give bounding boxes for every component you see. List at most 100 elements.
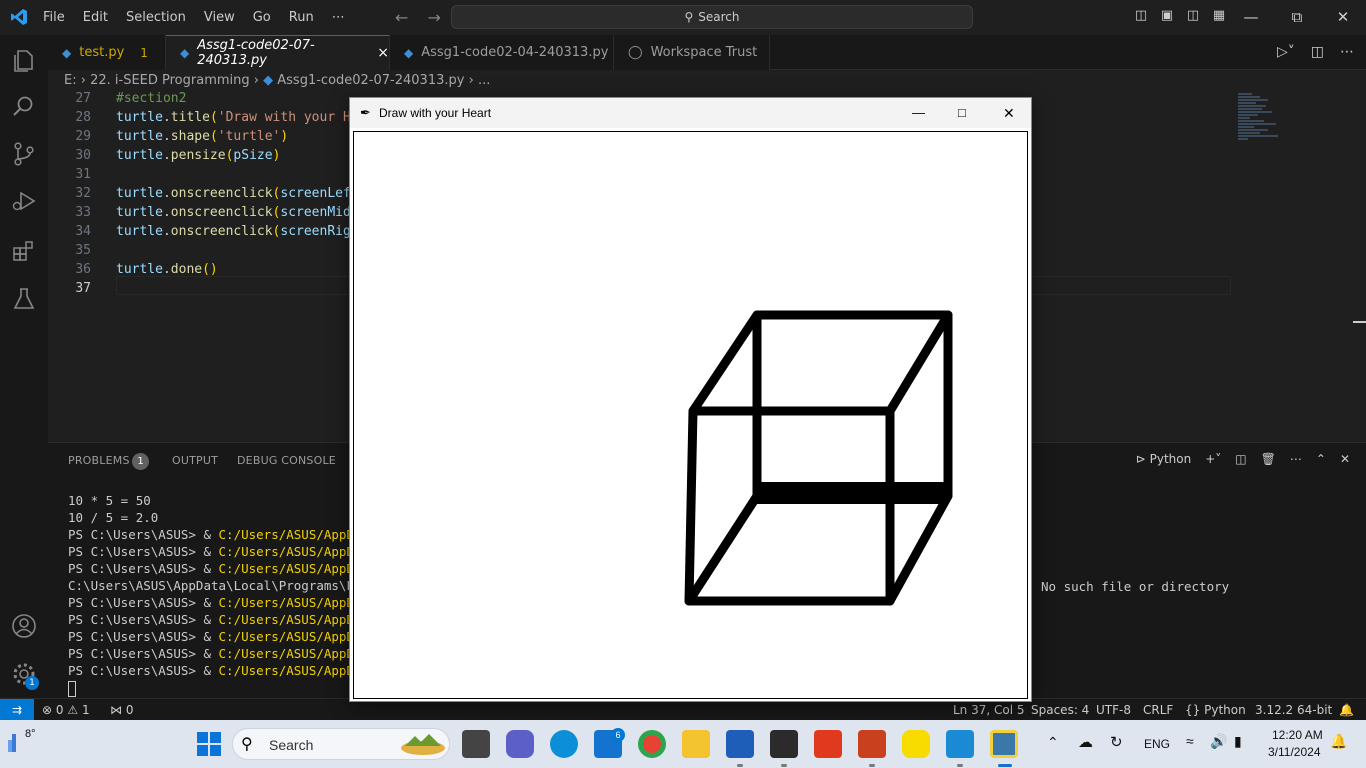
maximize-panel-icon[interactable]: ⌃ <box>1316 452 1326 466</box>
chevron-up-icon[interactable]: ⌃ <box>1047 734 1059 751</box>
minimize-icon[interactable]: — <box>912 98 925 128</box>
search-highlight-illustration <box>401 734 445 755</box>
remote-indicator-icon[interactable]: ⇉ <box>0 699 34 721</box>
menu-edit[interactable]: Edit <box>74 0 117 35</box>
volume-icon[interactable]: 🔊 <box>1210 733 1227 750</box>
vscode-taskbar-icon[interactable] <box>946 730 974 758</box>
wifi-icon[interactable]: ≈ <box>1186 733 1194 749</box>
tab-assg1-code02-07[interactable]: ◆ Assg1-code02-07-240313.py × <box>166 35 390 70</box>
problems-count-badge: 1 <box>132 453 149 470</box>
terminal-line: PS C:\Users\ASUS> & C:/Users/ASUS/AppDat <box>68 645 369 662</box>
ports-status[interactable]: ⋈ 0 <box>110 699 133 721</box>
close-icon[interactable]: ✕ <box>1320 0 1366 35</box>
tab-assg1-code02-04[interactable]: ◆ Assg1-code02-04-240313.py <box>390 35 614 70</box>
code-token: #section2 <box>116 92 187 106</box>
cube-back-face <box>752 310 953 501</box>
end-of-line[interactable]: CRLF <box>1143 699 1173 721</box>
chrome-icon[interactable] <box>638 730 666 758</box>
terminal-icon[interactable] <box>770 730 798 758</box>
terminal-name[interactable]: Python <box>1150 452 1192 466</box>
menu-file[interactable]: File <box>34 0 74 35</box>
breadcrumb-folder[interactable]: 22. i-SEED Programming <box>90 73 250 88</box>
command-center-search[interactable]: ⚲ Search <box>451 5 973 29</box>
breadcrumb-more[interactable]: ... <box>478 73 490 88</box>
terminal-line: PS C:\Users\ASUS> & C:/Users/ASUS/AppDat <box>68 543 369 560</box>
encoding[interactable]: UTF-8 <box>1096 699 1131 721</box>
tab-debug-console[interactable]: DEBUG CONSOLE <box>237 454 336 467</box>
input-language[interactable]: ENG <box>1144 737 1170 751</box>
kakaotalk-icon[interactable] <box>902 730 930 758</box>
testing-flask-icon[interactable] <box>10 285 38 313</box>
more-actions-icon[interactable]: ⋯ <box>1290 452 1302 466</box>
toggle-secondary-sidebar-icon[interactable]: ◫ <box>1180 8 1206 26</box>
tab-output[interactable]: OUTPUT <box>172 454 218 467</box>
taskbar-search[interactable]: ⚲ Search <box>232 728 450 760</box>
close-panel-icon[interactable]: ✕ <box>1340 452 1350 466</box>
turtle-window-titlebar[interactable]: ✒ Draw with your Heart — □ ✕ <box>350 98 1031 128</box>
menu-selection[interactable]: Selection <box>117 0 195 35</box>
edge-browser-icon[interactable] <box>550 730 578 758</box>
notification-bell-icon[interactable]: 🔔 <box>1330 733 1347 750</box>
source-control-icon[interactable] <box>10 140 38 168</box>
battery-icon[interactable]: ▮ <box>1234 733 1242 750</box>
turtle-window[interactable]: ✒ Draw with your Heart — □ ✕ <box>349 97 1032 702</box>
extensions-icon[interactable] <box>10 237 38 265</box>
notifications-bell-icon[interactable]: 🔔 <box>1339 699 1354 721</box>
close-icon[interactable]: ✕ <box>1003 98 1015 128</box>
minimap[interactable] <box>1238 92 1298 172</box>
run-debug-icon[interactable] <box>10 187 38 215</box>
nav-arrows: ← → <box>395 8 455 27</box>
tab-problems[interactable]: PROBLEMS <box>68 454 130 467</box>
problems-status[interactable]: ⊗ 0 ⚠ 1 <box>42 699 90 721</box>
code-token: onscreenclick <box>170 186 273 201</box>
terminal-text: C:\Users\ASUS\AppData\Local\Programs\Pyt <box>68 578 370 593</box>
new-terminal-icon[interactable]: +˅ <box>1205 452 1221 466</box>
windows-start-icon[interactable] <box>195 730 223 758</box>
toggle-panel-icon[interactable]: ▣ <box>1154 8 1180 26</box>
minimize-icon[interactable]: — <box>1228 0 1274 35</box>
sync-icon[interactable]: ↻ <box>1110 733 1123 751</box>
forward-arrow-icon[interactable]: → <box>428 8 441 27</box>
task-view-icon[interactable] <box>462 730 490 758</box>
tab-test-py[interactable]: ◆ test.py 1 <box>48 35 166 70</box>
teams-chat-icon[interactable] <box>506 730 534 758</box>
word-icon[interactable] <box>726 730 754 758</box>
terminal-path: C:/Users/ASUS/AppDat <box>218 663 370 678</box>
cursor-position[interactable]: Ln 37, Col 5 <box>953 699 1025 721</box>
acrobat-icon[interactable] <box>814 730 842 758</box>
split-terminal-icon[interactable]: ◫ <box>1235 452 1246 466</box>
cube-drawing <box>684 310 953 606</box>
tab-workspace-trust[interactable]: ◯ Workspace Trust <box>614 35 770 70</box>
search-icon[interactable] <box>10 93 38 121</box>
restore-icon[interactable]: ⧉ <box>1274 0 1320 35</box>
cube-edge <box>684 491 762 606</box>
accounts-icon[interactable] <box>10 612 38 640</box>
back-arrow-icon[interactable]: ← <box>395 8 408 27</box>
turtle-canvas[interactable] <box>353 131 1028 699</box>
powerpoint-icon[interactable] <box>858 730 886 758</box>
maximize-icon[interactable]: □ <box>958 98 966 128</box>
more-actions-icon[interactable]: ⋯ <box>1340 44 1354 60</box>
indentation[interactable]: Spaces: 4 <box>1031 699 1089 721</box>
language-mode[interactable]: {} Python <box>1185 699 1246 721</box>
clock-date[interactable]: 3/11/2024 <box>1268 745 1321 759</box>
split-editor-icon[interactable]: ◫ <box>1311 44 1324 60</box>
menu-run[interactable]: Run <box>280 0 323 35</box>
menu-view[interactable]: View <box>195 0 244 35</box>
onedrive-cloud-icon[interactable]: ☁ <box>1078 733 1093 751</box>
file-explorer-icon[interactable] <box>682 730 710 758</box>
python-taskbar-icon[interactable] <box>990 730 1018 758</box>
run-python-file-icon[interactable]: ▷˅ <box>1277 44 1295 60</box>
clock-time[interactable]: 12:20 AM <box>1272 728 1323 742</box>
python-interpreter[interactable]: 3.12.2 64-bit <box>1255 699 1332 721</box>
tab-close-icon[interactable]: × <box>377 45 389 61</box>
editor-scroll-indicator[interactable] <box>1353 321 1366 323</box>
menu-more[interactable]: ⋯ <box>323 0 354 35</box>
python-file-icon: ◆ <box>263 73 274 88</box>
toggle-primary-sidebar-icon[interactable]: ◫ <box>1128 8 1154 26</box>
explorer-icon[interactable] <box>10 47 38 75</box>
kill-terminal-trash-icon[interactable]: 🗑 <box>1261 452 1276 466</box>
menu-go[interactable]: Go <box>244 0 280 35</box>
breadcrumb-file[interactable]: Assg1-code02-07-240313.py <box>277 73 464 88</box>
breadcrumb-drive[interactable]: E: <box>64 73 77 88</box>
